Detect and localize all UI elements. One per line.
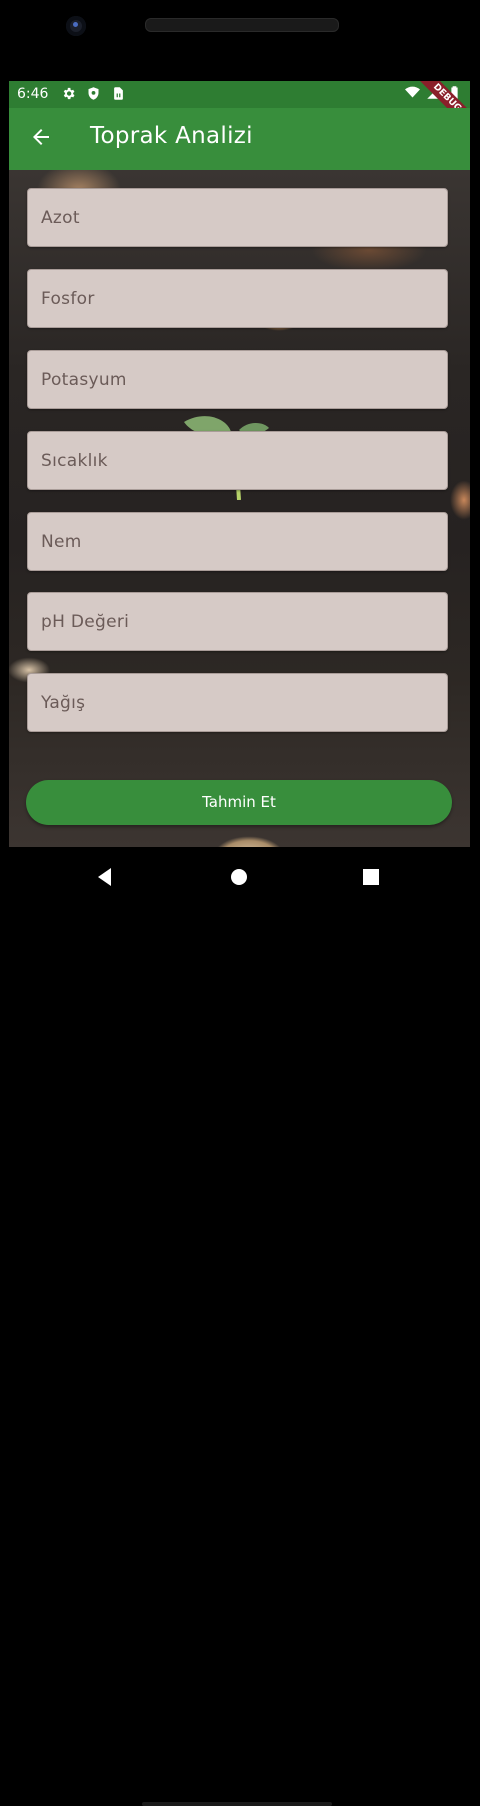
page-title: Toprak Analizi [90,123,253,149]
wifi-icon [405,86,420,98]
yagis-field[interactable]: Yağış [27,673,448,732]
nem-field[interactable]: Nem [27,512,448,571]
front-camera [66,16,86,36]
nem-label: Nem [41,532,82,552]
arrow-left-icon[interactable] [29,125,53,149]
potasyum-label: Potasyum [41,370,127,390]
azot-field[interactable]: Azot [27,188,448,247]
fosfor-label: Fosfor [41,289,95,309]
sicaklik-field[interactable]: Sıcaklık [27,431,448,490]
predict-button[interactable]: Tahmin Et [26,780,452,825]
azot-label: Azot [41,208,80,228]
home-circle-icon[interactable] [227,865,251,889]
sicaklik-label: Sıcaklık [41,451,108,471]
shield-icon [88,87,99,100]
system-nav-bar [0,847,480,1806]
phone-bezel-top [0,0,480,81]
device-screen: 6:46 DEBUG Toprak Analizi Azot Fosfor Po… [9,81,470,847]
yagis-label: Yağış [41,693,86,713]
recents-square-icon[interactable] [359,865,383,889]
earpiece-speaker [145,18,339,32]
fosfor-field[interactable]: Fosfor [27,269,448,328]
ph-label: pH Değeri [41,612,130,632]
app-bar: Toprak Analizi [9,108,470,170]
status-left-icons [61,86,126,101]
back-triangle-icon[interactable] [93,865,117,889]
status-time: 6:46 [17,86,49,102]
form-background: Azot Fosfor Potasyum Sıcaklık Nem pH Değ… [9,170,470,847]
status-bar: 6:46 DEBUG [9,81,470,135]
sim-card-icon [114,87,123,100]
bottom-bezel-bar [142,1802,332,1806]
settings-icon [63,87,75,100]
potasyum-field[interactable]: Potasyum [27,350,448,409]
ph-field[interactable]: pH Değeri [27,592,448,651]
